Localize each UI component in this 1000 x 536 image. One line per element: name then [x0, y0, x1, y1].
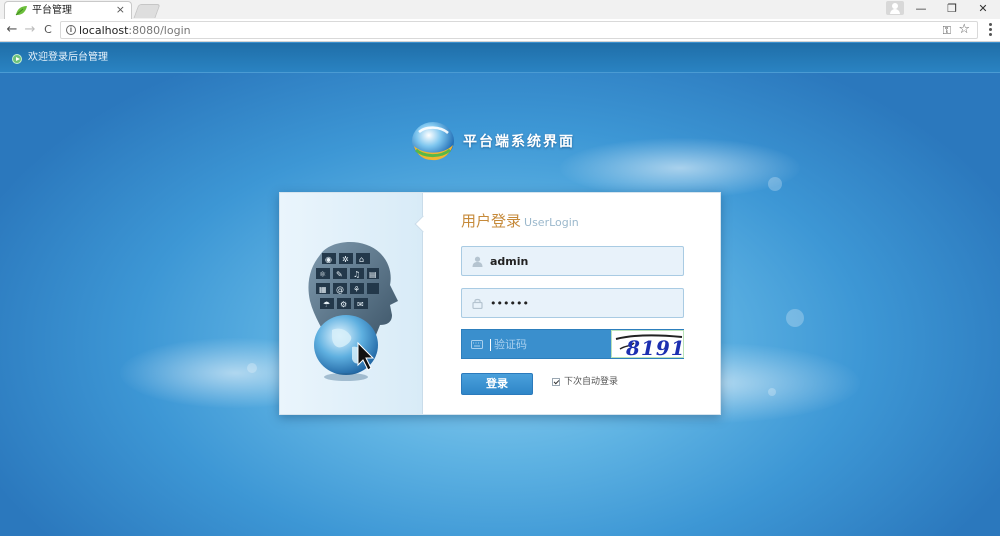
captcha-graphic: 8191	[615, 334, 684, 358]
maximize-button[interactable]: ❐	[937, 0, 967, 19]
password-input[interactable]	[490, 294, 675, 313]
reload-button[interactable]: C	[40, 21, 56, 39]
svg-text:⚛: ⚛	[319, 270, 326, 279]
url-text[interactable]: localhost:8080/login	[79, 23, 191, 38]
bokeh-decoration	[768, 388, 776, 396]
text-caret	[490, 339, 491, 351]
bokeh-decoration	[786, 309, 804, 327]
user-icon	[472, 256, 483, 267]
bookmark-star-icon[interactable]: ☆	[958, 22, 970, 38]
svg-text:▦: ▦	[319, 285, 327, 294]
remember-me-checkbox[interactable]	[552, 378, 560, 386]
browser-menu-icon[interactable]	[984, 22, 996, 38]
tab-close-icon[interactable]: ×	[116, 3, 125, 17]
login-panel: ◉ ✲ ⌂ ⚛ ✎ ♫ ▤ ▦ @ ⚘ ☂ ⚙ ✉ 用户登录UserLogin	[279, 192, 721, 415]
captcha-field[interactable]: 8191	[461, 329, 684, 359]
play-icon	[12, 54, 22, 64]
panel-notch	[414, 215, 432, 233]
svg-text:⚘: ⚘	[353, 285, 360, 294]
back-button[interactable]: ←	[4, 21, 20, 39]
svg-text:⚙: ⚙	[340, 300, 347, 309]
leaf-icon	[15, 6, 27, 16]
svg-text:⌂: ⌂	[359, 255, 364, 264]
captcha-image[interactable]: 8191	[611, 330, 684, 358]
welcome-bar: 欢迎登录后台管理	[0, 43, 1000, 73]
svg-text:◉: ◉	[325, 255, 332, 264]
close-window-button[interactable]: ✕	[968, 0, 998, 19]
svg-text:▤: ▤	[369, 270, 377, 279]
remember-me-label[interactable]: 下次自动登录	[564, 376, 618, 388]
new-tab-button[interactable]	[133, 4, 161, 18]
browser-toolbar: ← → C i localhost:8080/login ⚿ ☆	[0, 19, 1000, 42]
globe-logo-icon	[412, 122, 454, 161]
tab-title: 平台管理	[32, 5, 72, 16]
username-field[interactable]	[461, 246, 684, 276]
head-globe-illustration: ◉ ✲ ⌂ ⚛ ✎ ♫ ▤ ▦ @ ⚘ ☂ ⚙ ✉	[308, 241, 398, 381]
login-heading: 用户登录 UserLogin	[461, 212, 579, 230]
svg-text:✲: ✲	[342, 255, 349, 264]
system-title: 平台端系统界面	[463, 134, 575, 150]
captcha-code: 8191	[625, 336, 684, 358]
svg-text:☂: ☂	[323, 300, 330, 309]
bokeh-decoration	[768, 177, 782, 191]
address-bar[interactable]: i localhost:8080/login ⚿ ☆	[60, 21, 978, 39]
username-input[interactable]	[490, 252, 675, 271]
login-button[interactable]: 登录	[461, 373, 533, 395]
keyboard-icon	[471, 340, 483, 349]
welcome-text: 欢迎登录后台管理	[28, 52, 108, 63]
browser-tab[interactable]: 平台管理 ×	[4, 1, 132, 19]
key-icon[interactable]: ⚿	[943, 23, 951, 38]
minimize-button[interactable]: —	[906, 0, 936, 19]
login-page: 欢迎登录后台管理 平台端系统界面 ◉ ✲ ⌂ ⚛ ✎ ♫ ▤ ▦ @ ⚘ ☂ ⚙…	[0, 43, 1000, 536]
browser-tab-bar: 平台管理 × — ❐ ✕	[0, 0, 1000, 19]
forward-button[interactable]: →	[22, 21, 38, 39]
password-field[interactable]	[461, 288, 684, 318]
illustration-pane: ◉ ✲ ⌂ ⚛ ✎ ♫ ▤ ▦ @ ⚘ ☂ ⚙ ✉	[280, 193, 432, 414]
svg-text:@: @	[336, 285, 344, 294]
bokeh-decoration	[247, 363, 257, 373]
info-icon[interactable]: i	[66, 25, 76, 35]
lock-icon	[472, 298, 483, 309]
svg-text:✉: ✉	[357, 300, 364, 309]
svg-text:♫: ♫	[353, 270, 360, 279]
profile-icon[interactable]	[886, 1, 904, 15]
svg-text:✎: ✎	[336, 270, 343, 279]
cloud-decoration	[560, 138, 800, 198]
captcha-input[interactable]	[494, 335, 609, 354]
